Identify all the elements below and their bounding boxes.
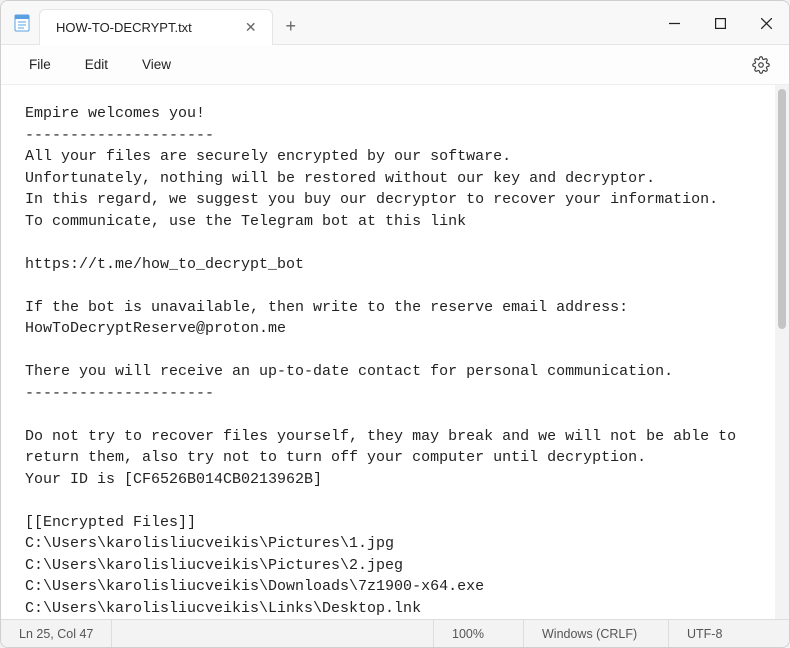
status-encoding: UTF-8: [669, 620, 789, 647]
close-button[interactable]: [743, 1, 789, 45]
status-spacer: [112, 620, 434, 647]
menu-edit[interactable]: Edit: [71, 51, 122, 78]
gear-icon: [752, 56, 770, 74]
titlebar-drag-area: [309, 1, 651, 44]
tab-title: HOW-TO-DECRYPT.txt: [56, 20, 192, 35]
menu-file[interactable]: File: [15, 51, 65, 78]
scrollbar-thumb[interactable]: [778, 89, 786, 329]
vertical-scrollbar[interactable]: [775, 85, 789, 619]
notepad-window: HOW-TO-DECRYPT.txt ✕ + File Edit View Em…: [0, 0, 790, 648]
window-controls: [651, 1, 789, 44]
tab-file[interactable]: HOW-TO-DECRYPT.txt ✕: [39, 9, 273, 45]
maximize-button[interactable]: [697, 1, 743, 45]
new-tab-button[interactable]: +: [273, 9, 309, 44]
status-line-ending: Windows (CRLF): [524, 620, 669, 647]
menu-view[interactable]: View: [128, 51, 185, 78]
statusbar: Ln 25, Col 47 100% Windows (CRLF) UTF-8: [1, 619, 789, 647]
close-tab-icon[interactable]: ✕: [242, 19, 260, 37]
titlebar: HOW-TO-DECRYPT.txt ✕ +: [1, 1, 789, 45]
settings-button[interactable]: [747, 51, 775, 79]
editor-area: Empire welcomes you! -------------------…: [1, 85, 789, 619]
notepad-icon: [1, 1, 31, 44]
minimize-button[interactable]: [651, 1, 697, 45]
text-content[interactable]: Empire welcomes you! -------------------…: [1, 85, 775, 619]
status-zoom: 100%: [434, 620, 524, 647]
menubar: File Edit View: [1, 45, 789, 85]
status-cursor-position: Ln 25, Col 47: [1, 620, 112, 647]
